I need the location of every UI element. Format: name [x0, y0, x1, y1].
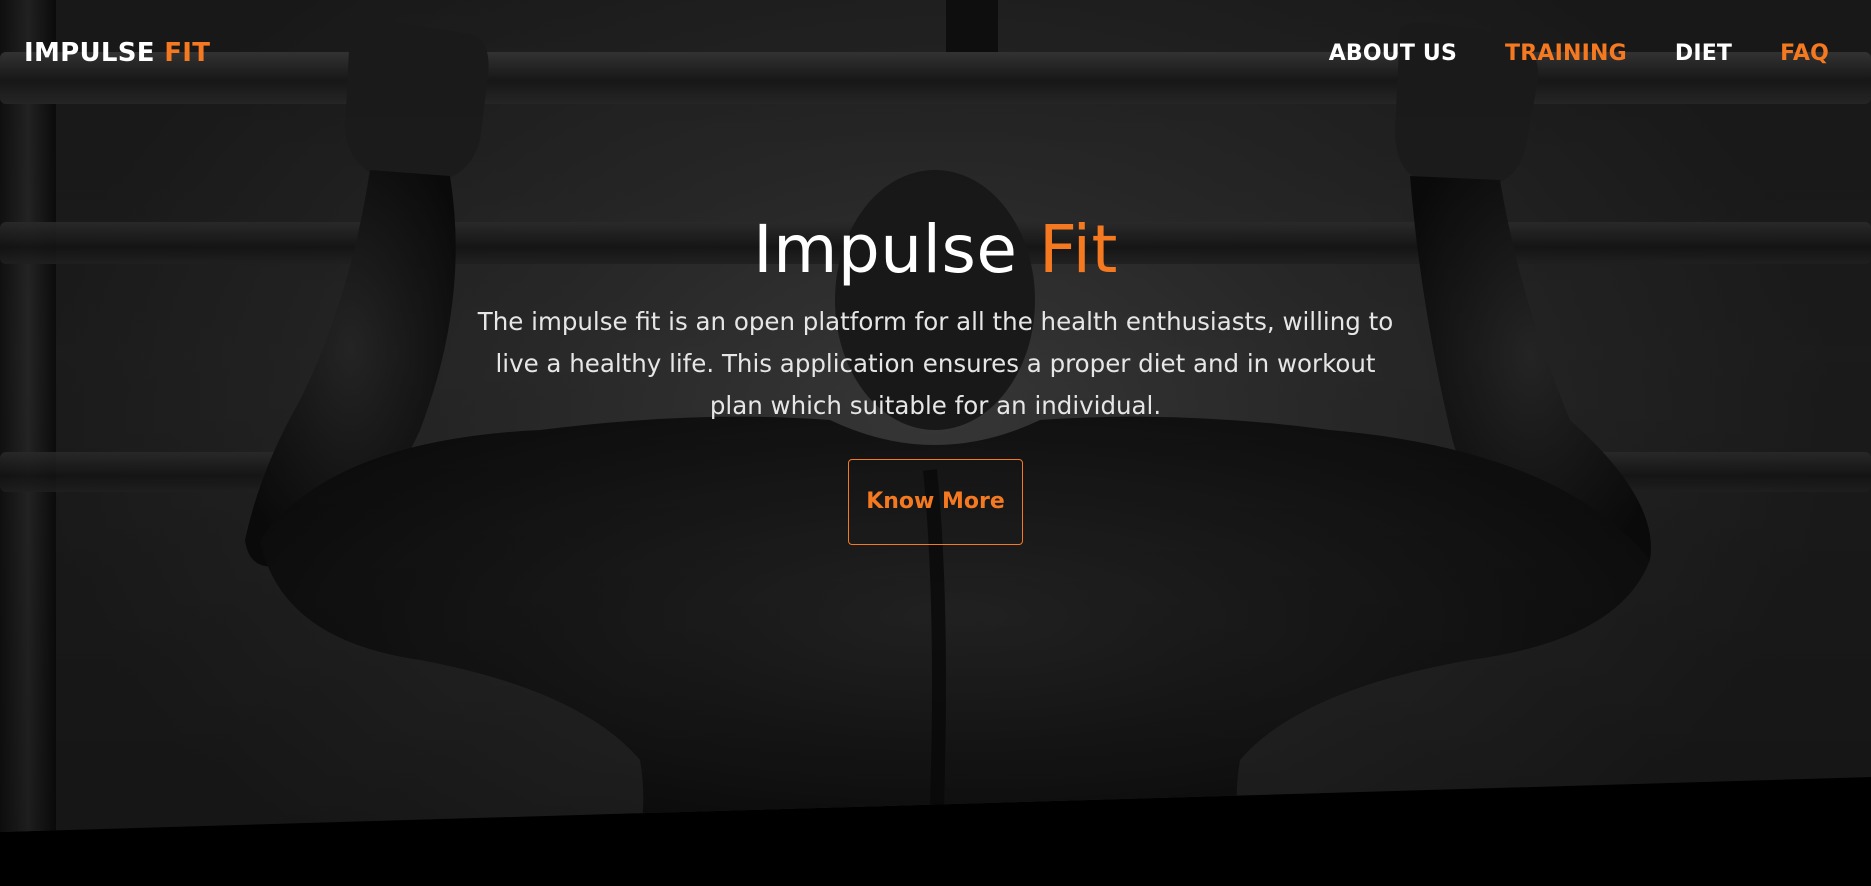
top-navigation: IMPULSE FIT ABOUT US TRAINING DIET FAQ — [0, 0, 1871, 106]
nav-link-diet[interactable]: DIET — [1675, 41, 1732, 66]
hero-title-main: Impulse — [753, 211, 1018, 288]
hero-content: Impulse Fit The impulse fit is an open p… — [0, 205, 1871, 545]
brand-logo[interactable]: IMPULSE FIT — [24, 38, 210, 68]
hero-section: IMPULSE FIT ABOUT US TRAINING DIET FAQ I… — [0, 0, 1871, 886]
brand-name: IMPULSE — [24, 38, 155, 68]
nav-link-training[interactable]: TRAINING — [1505, 41, 1627, 66]
nav-link-faq[interactable]: FAQ — [1780, 41, 1829, 66]
nav-link-about-us[interactable]: ABOUT US — [1329, 41, 1457, 66]
know-more-button[interactable]: Know More — [848, 459, 1023, 545]
hero-title-accent: Fit — [1038, 211, 1118, 288]
nav-links: ABOUT US TRAINING DIET FAQ — [1281, 41, 1829, 66]
hero-title: Impulse Fit — [0, 205, 1871, 295]
brand-accent: FIT — [164, 38, 211, 68]
hero-description: The impulse fit is an open platform for … — [477, 307, 1394, 420]
